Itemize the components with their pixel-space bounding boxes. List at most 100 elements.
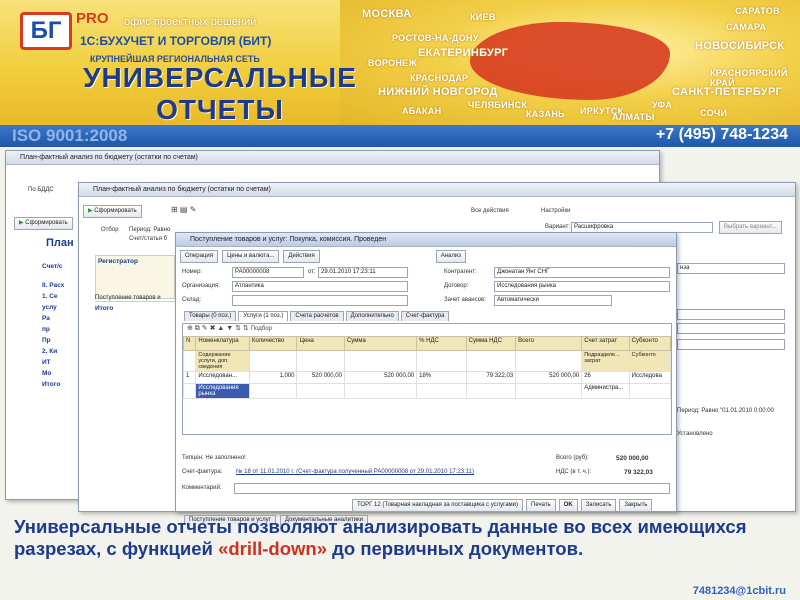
report-row[interactable]: 2. Ки	[42, 346, 82, 357]
operation-menu[interactable]: Операция	[180, 250, 218, 263]
report-row[interactable]: 1. Се	[42, 291, 82, 302]
table-subheader-row: Содержание услуги, доп. сведения Подразд…	[183, 350, 671, 372]
city-label: АЛМАТЫ	[612, 112, 655, 122]
report-row[interactable]: пр	[42, 324, 82, 335]
settings-button[interactable]: Настройки	[541, 208, 570, 214]
table-row[interactable]: 1 Исследован... 1,000 520 000,00 520 000…	[183, 371, 671, 384]
report-row[interactable]: Счет/с	[42, 261, 82, 272]
total-row: Итого	[95, 305, 114, 312]
column-header[interactable]: Субконто	[628, 336, 671, 351]
report-row[interactable]: Пр	[42, 335, 82, 346]
city-label: КРАСНОЯРСКИЙ КРАЙ	[710, 68, 788, 88]
tab-additional[interactable]: Дополнительно	[345, 311, 399, 321]
logo-pro-text: PRO	[76, 10, 109, 27]
report-row[interactable]: Мо	[42, 368, 82, 379]
right-installed-text: Установлено	[677, 431, 713, 437]
number-field[interactable]: РА00000008	[232, 267, 304, 278]
cell-total[interactable]: 520 000,00	[515, 371, 583, 384]
warehouse-field[interactable]	[232, 295, 408, 306]
date-label: от:	[308, 269, 316, 275]
report-row[interactable]: Итого	[42, 379, 82, 390]
contact-email[interactable]: 7481234@1cbit.ru	[693, 585, 786, 597]
right-field[interactable]: нза	[677, 263, 785, 274]
column-header[interactable]: % НДС	[416, 336, 467, 351]
vat-value: 79 322,03	[624, 469, 653, 476]
caption-highlight: «drill-down»	[218, 538, 328, 559]
cell-dept[interactable]: Администра...	[581, 383, 630, 399]
print-button[interactable]: Печать	[526, 499, 556, 512]
actions-menu[interactable]: Действия	[283, 250, 320, 263]
report-row[interactable]: Ра	[42, 313, 82, 324]
prices-currency-button[interactable]: Цены и валюта...	[221, 250, 280, 263]
budget-label: По БДДС	[28, 187, 54, 193]
run-report-label: Сформировать	[94, 208, 137, 214]
print-form-button[interactable]: ТОРГ 12 (Товарная накладная за поставщик…	[352, 499, 524, 512]
counterparty-field[interactable]: Джонатан Янг СНГ	[494, 267, 670, 278]
right-field[interactable]	[677, 309, 785, 320]
contract-label: Договор:	[444, 283, 469, 289]
cell-subconto[interactable]: Исследова	[628, 371, 671, 384]
subcolumn-header: Субконто	[628, 350, 671, 372]
counterparty-label: Контрагент:	[444, 269, 477, 275]
cell-vat-sum[interactable]: 79 322,03	[465, 371, 517, 384]
cell-n[interactable]: 1	[183, 371, 197, 384]
save-button[interactable]: Записать	[580, 499, 617, 512]
price-type-text[interactable]: Типцен: Не заполнено!	[182, 455, 246, 461]
vat-label: НДС (в т. ч.):	[556, 469, 592, 475]
cell-content[interactable]: Исследования рынка	[195, 383, 251, 399]
slide-caption: Универсальные отчеты позволяют анализиро…	[14, 516, 794, 560]
invoice-link[interactable]: № 18 от 11.01.2010 г. (Счет-фактура полу…	[236, 469, 474, 475]
comment-field[interactable]	[234, 483, 670, 494]
cell-item[interactable]: Исследован...	[195, 371, 251, 384]
column-header[interactable]: Счет затрат	[581, 336, 630, 351]
offset-field[interactable]: Автоматически	[494, 295, 612, 306]
run-report-button[interactable]: ▶ Сформировать	[83, 205, 142, 218]
table-row-detail[interactable]: Исследования рынка Администра...	[183, 383, 671, 399]
column-header[interactable]: N	[183, 336, 197, 351]
tab-services[interactable]: Услуги (1 поз.)	[238, 311, 289, 321]
contract-field[interactable]: Исследования рынка	[494, 281, 670, 292]
run-report-button[interactable]: ▶ Сформировать	[14, 217, 73, 230]
choose-variant-button[interactable]: Выбрать вариант...	[719, 221, 782, 234]
city-label: СОЧИ	[700, 108, 728, 118]
all-actions-menu[interactable]: Все действия	[471, 208, 509, 214]
report-row[interactable]: ИТ	[42, 357, 82, 368]
column-header[interactable]: Количество	[249, 336, 298, 351]
report-row[interactable]: услу	[42, 302, 82, 313]
column-header[interactable]: Сумма	[343, 336, 418, 351]
tab-invoice[interactable]: Счет-фактура	[400, 311, 450, 321]
selection-button[interactable]: Подбор	[251, 326, 272, 332]
report-row[interactable]: II. Расх	[42, 280, 82, 291]
right-field[interactable]	[677, 323, 785, 334]
warehouse-label: Склад:	[182, 297, 202, 303]
doc-tabs: Товары (0 поз.) Услуги (1 поз.) Счета ра…	[184, 311, 450, 321]
cell-price[interactable]: 520 000,00	[296, 371, 345, 384]
total-value: 520 000,00	[616, 455, 649, 462]
column-header[interactable]: Сумма НДС	[465, 336, 517, 351]
city-label: ЧЕЛЯБИНСК	[468, 100, 528, 110]
date-field[interactable]: 29.01.2010 17:23:11	[318, 267, 408, 278]
column-header[interactable]: Номенклатура	[195, 336, 251, 351]
doc-row[interactable]: Поступление товаров и	[95, 295, 175, 302]
toolbar-icons[interactable]: ⊞ ▤ ✎	[171, 205, 196, 214]
analysis-button[interactable]: Анализ	[435, 250, 466, 263]
ok-button[interactable]: OK	[558, 499, 578, 512]
column-header[interactable]: Всего	[515, 336, 583, 351]
document-window: Поступление товаров и услуг: Покупка, ко…	[175, 232, 677, 512]
column-header[interactable]: Цена	[296, 336, 345, 351]
office-tagline: офис проектных решений	[124, 16, 257, 28]
cell-account[interactable]: 26	[581, 371, 630, 384]
city-label: ЕКАТЕРИНБУРГ	[418, 47, 509, 59]
tab-accounts[interactable]: Счета расчетов	[290, 311, 344, 321]
iso-label: ISO 9001:2008	[12, 126, 128, 145]
close-button[interactable]: Закрыть	[619, 499, 653, 512]
org-field[interactable]: Атлантика	[232, 281, 408, 292]
doc-toolbar: Операция Цены и валюта... Действия Анали…	[180, 250, 466, 263]
table-toolbar[interactable]: ⊕ ⧉ ✎ ✖ ▲ ▼ ⇅ ⇅ Подбор	[183, 324, 671, 336]
tab-goods[interactable]: Товары (0 поз.)	[184, 311, 237, 321]
report-heading: План	[46, 237, 74, 249]
right-field[interactable]	[677, 339, 785, 350]
cell-vat-rate[interactable]: 18%	[416, 371, 467, 384]
cell-sum[interactable]: 520 000,00	[343, 371, 418, 384]
cell-qty[interactable]: 1,000	[249, 371, 298, 384]
